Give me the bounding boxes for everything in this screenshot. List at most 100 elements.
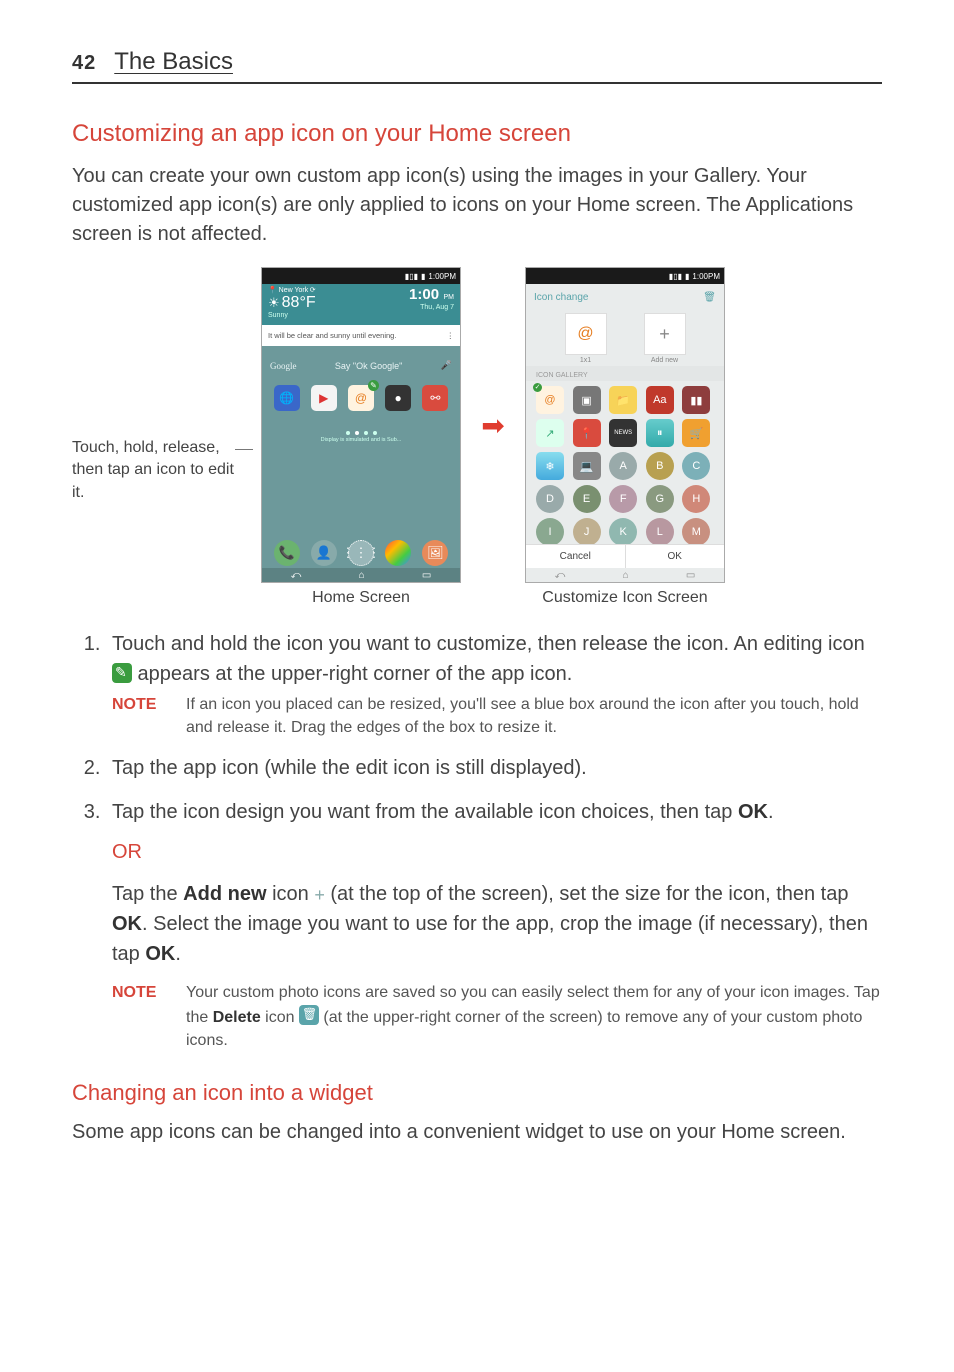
gallery-icon-12: 💻 — [573, 452, 601, 480]
status-time: 1:00PM — [428, 272, 456, 281]
section-heading-customizing: Customizing an app icon on your Home scr… — [72, 120, 882, 148]
size-label: 1x1 — [565, 357, 607, 364]
back-icon: ⤺ — [291, 570, 302, 581]
steps-list: Touch and hold the icon you want to cust… — [72, 629, 882, 1052]
note-label: NOTE — [112, 693, 172, 739]
chapter-title: The Basics — [114, 48, 233, 76]
gallery-icon-11: ❄ — [536, 452, 564, 480]
clock-time: 1:00 — [409, 286, 439, 303]
section-heading-widget: Changing an icon into a widget — [72, 1080, 882, 1106]
gallery-icon-5: ▮▮ — [682, 386, 710, 414]
dock: 📞 👤 ⋮⋮⋮ 🖼 — [262, 540, 460, 566]
battery-icon: ▮ — [685, 272, 689, 281]
gallery-letter-m: M — [682, 518, 710, 546]
app-icon-email: @✎ — [348, 385, 374, 411]
app-row: 🌐 ▶ @✎ ● ⚯ — [262, 385, 460, 411]
gallery-letter-f: F — [609, 485, 637, 513]
icon-gallery-grid: @✓ ▣ 📁 Aa ▮▮ ↗ 📍 NEWS ⏸ 🛒 ❄ 💻 A B C D — [526, 381, 724, 551]
caption-home-screen: Home Screen — [312, 589, 410, 607]
section-intro: You can create your own custom app icon(… — [72, 162, 882, 249]
home-screen-screenshot: ▮▯▮ ▮ 1:00PM 📍 New York ⟳ 88°F Sunny 1:0… — [261, 267, 461, 583]
trash-button: 🗑 — [703, 292, 716, 303]
weather-forecast: It will be clear and sunny until evening… — [262, 325, 460, 346]
mic-icon: 🎤 — [441, 360, 452, 371]
contacts-icon: 👤 — [311, 540, 337, 566]
gallery-letter-i: I — [536, 518, 564, 546]
plus-icon: + — [314, 885, 325, 905]
google-logo: Google — [270, 361, 297, 371]
gallery-letter-a: A — [609, 452, 637, 480]
status-time: 1:00PM — [692, 272, 720, 281]
ok-button: OK — [626, 544, 725, 568]
weather-city: New York — [279, 287, 309, 294]
step-2: Tap the app icon (while the edit icon is… — [106, 753, 882, 783]
phone-icon: 📞 — [274, 540, 300, 566]
gallery-letter-h: H — [682, 485, 710, 513]
gallery-letter-g: G — [646, 485, 674, 513]
step-3-alt: Tap the Add new icon + (at the top of th… — [112, 879, 882, 969]
note-label-2: NOTE — [112, 981, 172, 1052]
delete-icon — [299, 1005, 319, 1025]
apps-drawer-icon: ⋮⋮⋮ — [348, 540, 374, 566]
gallery-icon-2: ▣ — [573, 386, 601, 414]
nav-bar: ⤺ ⌂ ▭ — [262, 568, 460, 582]
or-label: OR — [112, 837, 882, 867]
step-3: Tap the icon design you want from the av… — [106, 797, 882, 1052]
pager-text: Display is simulated and is Sub... — [262, 437, 460, 443]
google-search-bar: Google Say "Ok Google" 🎤 — [270, 360, 452, 371]
chrome-icon — [385, 540, 411, 566]
gallery-letter-j: J — [573, 518, 601, 546]
widget-body: Some app icons can be changed into a con… — [72, 1118, 882, 1147]
gallery-letter-l: L — [646, 518, 674, 546]
gallery-letter-k: K — [609, 518, 637, 546]
gallery-icon-10: 🛒 — [682, 419, 710, 447]
caption-customize-screen: Customize Icon Screen — [542, 589, 707, 607]
signal-icon: ▮▯▮ — [669, 272, 682, 281]
signal-icon: ▮▯▮ — [405, 272, 418, 281]
gallery-icon-7: 📍 — [573, 419, 601, 447]
weather-condition: Sunny — [268, 312, 316, 319]
back-icon: ⤺ — [555, 570, 566, 581]
app-icon-1: 🌐 — [274, 385, 300, 411]
cancel-button: Cancel — [526, 544, 626, 568]
app-icon-camera: ● — [385, 385, 411, 411]
gallery-icon-8: NEWS — [609, 419, 637, 447]
gallery-icon: 🖼 — [422, 540, 448, 566]
ok-google-hint: Say "Ok Google" — [335, 361, 402, 371]
figure-area: Touch, hold, release, then tap an icon t… — [72, 267, 882, 607]
add-new-label: Add new — [644, 357, 686, 364]
home-icon: ⌂ — [623, 570, 629, 581]
page-number: 42 — [72, 52, 96, 75]
clock-pm: PM — [444, 294, 455, 301]
step-1: Touch and hold the icon you want to cust… — [106, 629, 882, 739]
clock-date: Thu, Aug 7 — [409, 304, 454, 311]
figure-callout: Touch, hold, release, then tap an icon t… — [72, 267, 247, 504]
edit-icon — [112, 663, 132, 683]
app-icon-2: ▶ — [311, 385, 337, 411]
recent-icon: ▭ — [422, 570, 431, 581]
icon-gallery-header: ICON GALLERY — [526, 366, 724, 381]
gallery-icon-6: ↗ — [536, 419, 564, 447]
gallery-icon-3: 📁 — [609, 386, 637, 414]
gallery-letter-c: C — [682, 452, 710, 480]
gallery-icon-email: @✓ — [536, 386, 564, 414]
temperature: 88°F — [282, 294, 316, 311]
gallery-icon-4: Aa — [646, 386, 674, 414]
gallery-letter-d: D — [536, 485, 564, 513]
customize-icon-screenshot: ▮▯▮ ▮ 1:00PM Icon change 🗑 @ 1x1 + Add n… — [525, 267, 725, 583]
arrow-icon: ➡ — [475, 267, 511, 442]
home-icon: ⌂ — [359, 570, 365, 581]
page-header: 42 The Basics — [72, 48, 882, 84]
status-bar-2: ▮▯▮ ▮ 1:00PM — [526, 268, 724, 284]
app-icon-voicemail: ⚯ — [422, 385, 448, 411]
weather-widget: 📍 New York ⟳ 88°F Sunny 1:00 PM Thu, Aug… — [262, 284, 460, 325]
note-1-text: If an icon you placed can be resized, yo… — [186, 693, 882, 739]
pager-dots — [262, 431, 460, 435]
sun-icon — [268, 294, 282, 311]
recent-icon: ▭ — [686, 570, 695, 581]
note-2-text: Your custom photo icons are saved so you… — [186, 981, 882, 1052]
battery-icon: ▮ — [421, 272, 425, 281]
gallery-letter-e: E — [573, 485, 601, 513]
status-bar: ▮▯▮ ▮ 1:00PM — [262, 268, 460, 284]
icon-change-title: Icon change — [534, 292, 589, 303]
